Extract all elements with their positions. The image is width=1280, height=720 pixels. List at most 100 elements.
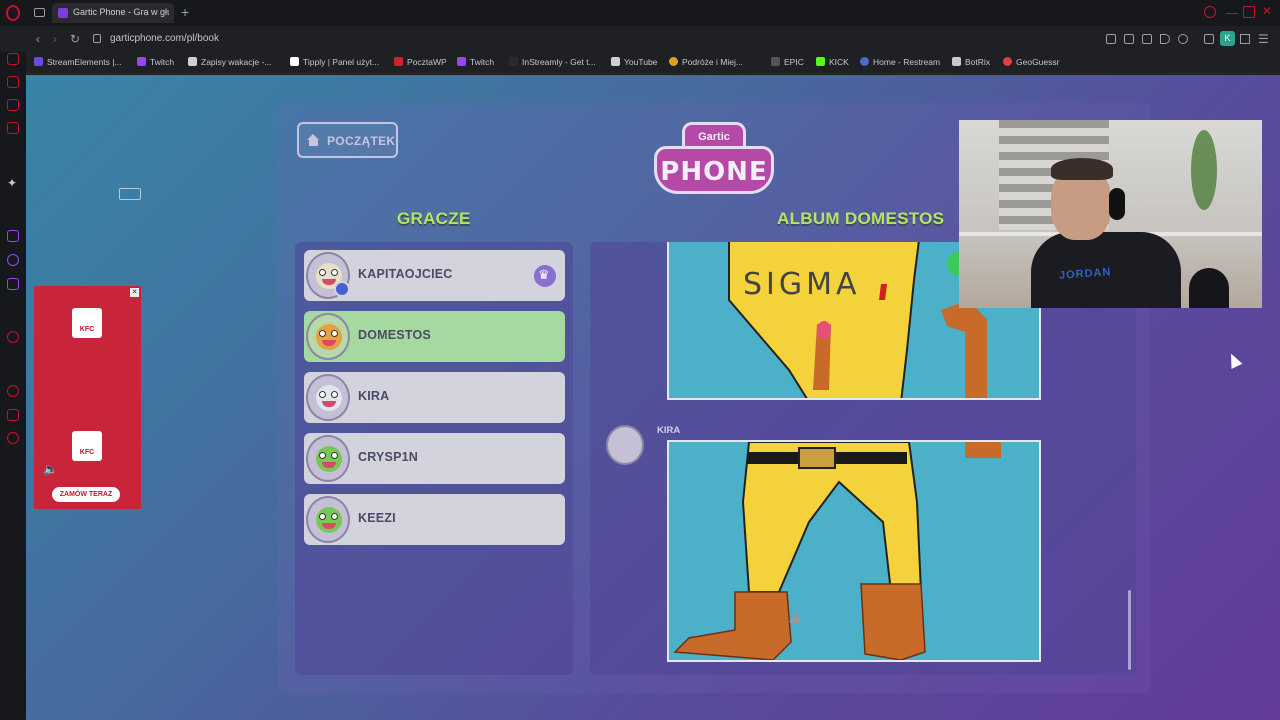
bookmark-item[interactable]: Tipply | Panel użyt...	[290, 57, 379, 69]
minimize-icon[interactable]	[1226, 6, 1238, 14]
opera-logo-icon[interactable]	[6, 5, 20, 21]
bookmark-item[interactable]: EPIC	[771, 57, 804, 69]
sidebar-speed-dial-icon[interactable]	[7, 53, 19, 65]
picture-in-picture-icon[interactable]	[119, 188, 141, 200]
player-row-keezi[interactable]: KEEZI	[304, 494, 565, 545]
back-arrow-icon[interactable]: ‹	[36, 32, 40, 46]
tab-title: Gartic Phone - Gra w głuc	[73, 7, 169, 17]
player-name: KEEZI	[358, 511, 396, 525]
geoguessr-icon	[1003, 57, 1012, 66]
tab-search-icon[interactable]	[1204, 6, 1216, 18]
players-list: KAPITAOJCIEC DOMESTOS	[295, 242, 573, 675]
home-button[interactable]: POCZĄTEK	[297, 122, 398, 158]
bookmark-item[interactable]: KICK	[816, 57, 849, 69]
player-play-icon[interactable]	[1160, 34, 1170, 44]
sidebar-mail-icon[interactable]	[7, 122, 19, 134]
maximize-icon[interactable]	[1243, 6, 1255, 18]
bookmark-item[interactable]: Zapisy wakacje -...	[188, 57, 271, 69]
bookmark-item[interactable]: YouTube	[611, 57, 657, 69]
profile-avatar[interactable]: K	[1220, 31, 1235, 46]
ad-order-button[interactable]: ZAMÓW TERAZ	[52, 487, 120, 502]
author-name: KIRA	[657, 425, 681, 436]
admin-badge-icon	[334, 281, 350, 297]
browser-window: Gartic Phone - Gra w głuc + ✕ ‹ › ↻ gart…	[0, 0, 1280, 720]
gartic-favicon-icon	[58, 8, 68, 18]
reload-icon[interactable]: ↻	[70, 32, 80, 46]
sidebar-aria-icon[interactable]: ✦	[7, 176, 19, 190]
cam-chair	[1189, 268, 1229, 308]
travel-icon	[669, 57, 678, 66]
sidebar-shopping-icon[interactable]	[7, 76, 19, 88]
sidebar-player-icon[interactable]	[7, 331, 19, 343]
bookmarks-bar: StreamElements |... Twitch Zapisy wakacj…	[0, 52, 1280, 74]
album-drawing	[667, 440, 1041, 662]
close-window-icon[interactable]: ✕	[1262, 4, 1274, 18]
sidebar-settings-icon[interactable]	[7, 432, 19, 444]
forward-arrow-icon[interactable]: ›	[53, 32, 57, 46]
album-scrollbar[interactable]	[1128, 590, 1131, 670]
restream-icon	[860, 57, 869, 66]
player-row-kapitaojciec[interactable]: KAPITAOJCIEC	[304, 250, 565, 301]
bookmark-item[interactable]: GeoGuessr	[1003, 57, 1059, 69]
speaker-mute-icon[interactable]: 🔈	[43, 462, 61, 478]
bookmark-item[interactable]: Twitch	[137, 57, 174, 69]
cam-plant	[1191, 130, 1217, 210]
address-bar: ‹ › ↻ garticphone.com/pl/book K ☰	[0, 26, 1280, 52]
tab-overview-icon[interactable]	[34, 8, 45, 17]
bookmark-page-icon[interactable]	[1106, 34, 1116, 44]
twitch-icon	[457, 57, 466, 66]
cam-streamer-hair	[1051, 158, 1113, 180]
frog-face-icon	[316, 446, 342, 472]
botrix-icon	[952, 57, 961, 66]
sidebar-twitch-icon[interactable]	[7, 230, 19, 242]
tab-bar: Gartic Phone - Gra w głuc + ✕	[0, 0, 1280, 26]
bookmark-item[interactable]: Podróże i Miej...	[669, 57, 743, 69]
ad-close-icon[interactable]: ✕	[130, 288, 139, 297]
bookmark-item[interactable]: InStreamly - Get t...	[509, 57, 596, 69]
kfc-ad-banner[interactable]: ✕ KFC KFC 🔈 ZAMÓW TERAZ	[34, 286, 141, 509]
new-tab-plus-icon[interactable]: +	[181, 4, 189, 20]
album-title: ALBUM DOMESTOS	[777, 209, 945, 228]
bookmark-item[interactable]: Twitch	[457, 57, 494, 69]
logo-main: PHONE	[654, 146, 774, 194]
tab-gartic-phone[interactable]: Gartic Phone - Gra w głuc	[52, 3, 174, 23]
bookmark-item[interactable]: BotRix	[952, 57, 990, 69]
page-icon	[188, 57, 197, 66]
drawing-cowboy-legs	[669, 442, 1039, 660]
sidebar-history-icon[interactable]	[7, 385, 19, 397]
sidebar-messenger-icon[interactable]	[7, 99, 19, 111]
player-row-domestos[interactable]: DOMESTOS	[304, 311, 565, 362]
drawing-text: SIGMA	[743, 267, 861, 302]
sidebar-pinboard-icon[interactable]	[7, 409, 19, 421]
kfc-logo: KFC	[72, 431, 102, 461]
snapshot-icon[interactable]	[1124, 34, 1134, 44]
player-name: CRYSP1N	[358, 450, 418, 464]
bookmark-item[interactable]: Home - Restream	[860, 57, 940, 69]
player-row-kira[interactable]: KIRA	[304, 372, 565, 423]
player-avatar	[306, 374, 350, 421]
player-avatar	[306, 313, 350, 360]
home-button-label: POCZĄTEK	[327, 134, 396, 148]
player-name: DOMESTOS	[358, 328, 431, 342]
streamelements-icon	[34, 57, 43, 66]
ninja-face-icon	[316, 385, 342, 411]
player-row-crysp1n[interactable]: CRYSP1N	[304, 433, 565, 484]
tipply-icon	[290, 57, 299, 66]
shield-icon[interactable]	[1142, 34, 1152, 44]
burger-face-icon	[316, 324, 342, 350]
easy-setup-menu-icon[interactable]: ☰	[1258, 32, 1269, 46]
author-avatar	[606, 425, 644, 465]
bookmark-item[interactable]: StreamElements |...	[34, 57, 121, 69]
bookmark-item[interactable]: PocztaWP	[394, 57, 447, 69]
frog-face-icon	[316, 507, 342, 533]
sidebar-instagram-icon[interactable]	[7, 254, 19, 266]
players-title: GRACZE	[397, 209, 471, 228]
url-field[interactable]: garticphone.com/pl/book	[110, 33, 219, 44]
webcam-overlay: JORDAN	[959, 120, 1262, 308]
crown-icon	[534, 265, 556, 287]
download-icon[interactable]	[1240, 34, 1250, 44]
heart-icon[interactable]	[1178, 34, 1188, 44]
sidebar-discord-icon[interactable]	[7, 278, 19, 290]
instreamly-icon	[509, 57, 518, 66]
extensions-icon[interactable]	[1204, 34, 1214, 44]
